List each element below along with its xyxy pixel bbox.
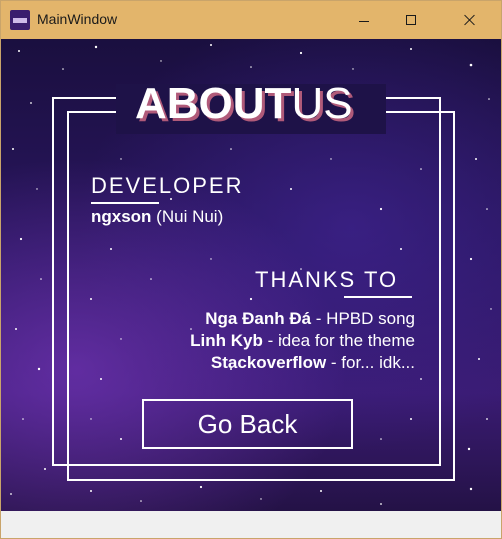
app-logo-icon [10,10,30,30]
main-window: MainWindow ABOUTUS DEVELOPER ngxson (Nui… [0,0,502,539]
page-title-bold: ABOUT [135,79,292,128]
developer-underline [91,202,159,204]
developer-name: ngxson (Nui Nui) [91,207,223,227]
credit-name: Nga Đanh Đá [205,309,312,328]
credit-note: - HPBD song [311,309,415,328]
about-panel: ABOUTUS DEVELOPER ngxson (Nui Nui) THANK… [1,39,501,511]
minimize-button[interactable] [341,1,387,39]
credit-name: Linh Kyb [190,331,263,350]
list-item: Nga Đanh Đá - HPBD song [190,308,415,330]
list-item: Linh Kyb - idea for the theme [190,330,415,352]
credit-note: - for... idk... [326,353,415,372]
title-bar[interactable]: MainWindow [1,1,501,39]
minimize-icon [359,20,369,22]
credits-list: Nga Đanh Đá - HPBD song Linh Kyb - idea … [190,308,415,374]
thanks-underline [344,296,412,298]
developer-handle: ngxson [91,207,152,226]
maximize-icon [406,15,416,25]
page-title: ABOUTUS [135,79,353,129]
close-icon [464,14,476,26]
window-bottom-strip [1,511,501,538]
go-back-button[interactable]: Go Back [142,399,353,449]
credit-name: Stackoverflow [210,353,327,372]
close-button[interactable] [447,1,493,39]
list-item: Stackoverflow - for... idk... [190,352,415,374]
developer-label: DEVELOPER [91,173,244,198]
developer-nickname: (Nui Nui) [151,207,224,226]
page-title-light: US [291,79,353,128]
window-title: MainWindow [37,11,118,27]
maximize-button[interactable] [388,1,434,39]
credit-note: - idea for the theme [262,331,415,350]
thanks-label: THANKS TO [255,267,399,292]
